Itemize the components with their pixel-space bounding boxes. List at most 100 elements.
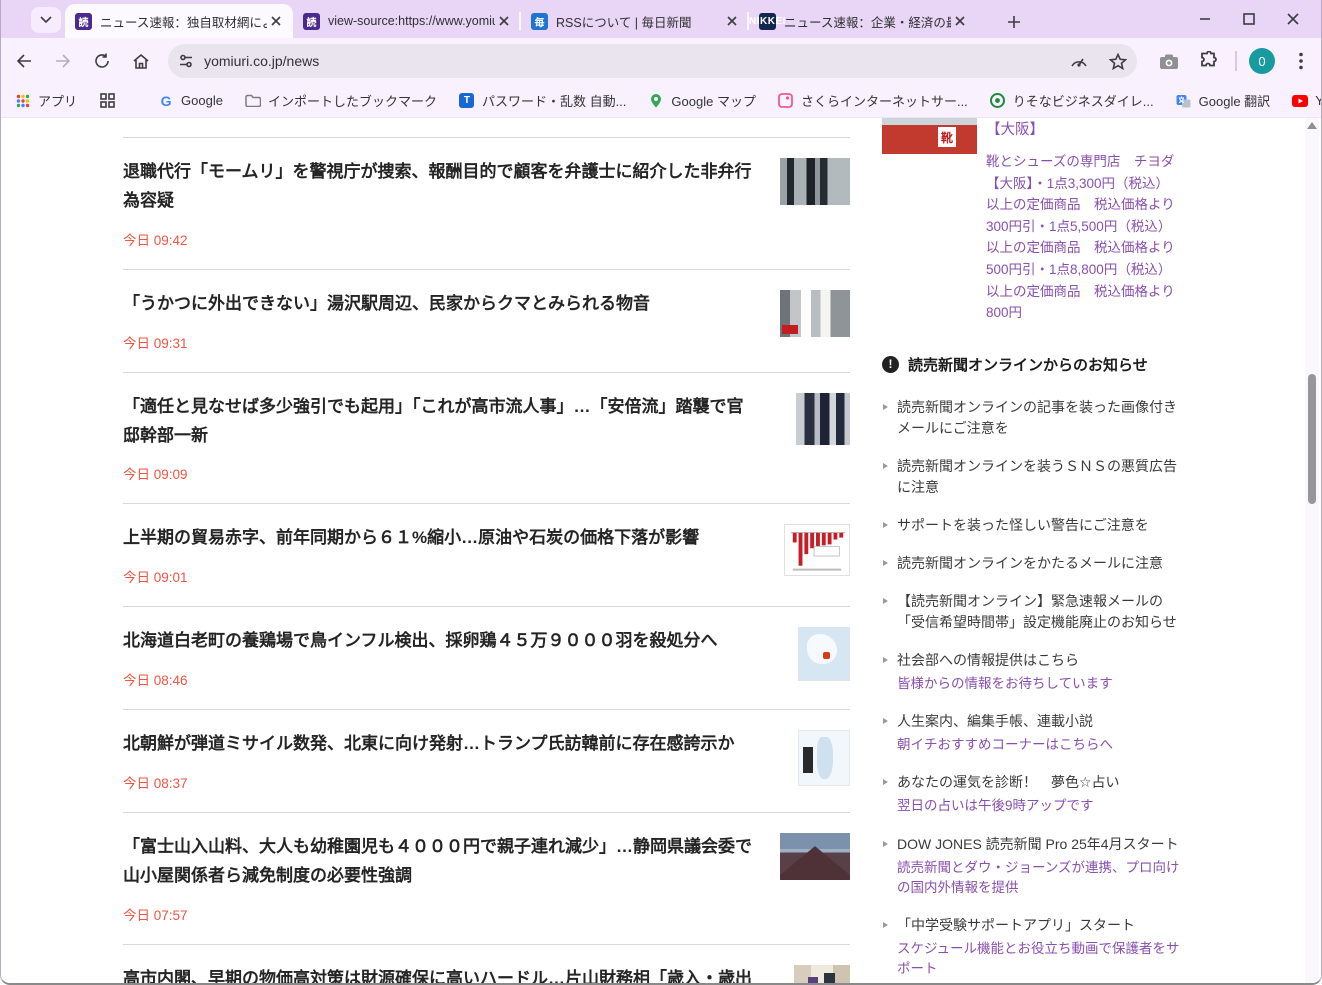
bookmark-password-tool[interactable]: T パスワード・乱数 自動...	[459, 91, 626, 110]
close-button[interactable]	[1271, 3, 1315, 35]
notice-item[interactable]: 社会部への情報提供はこちら 皆様からの情報をお待ちしています	[882, 650, 1182, 694]
tab-title: view-source:https://www.yomiu	[328, 14, 495, 28]
notice-item-link[interactable]: 皆様からの情報をお待ちしています	[897, 674, 1182, 694]
bookmark-google-maps[interactable]: Google マップ	[648, 91, 756, 110]
notice-item-link[interactable]: 朝イチおすすめコーナーはこちらへ	[897, 735, 1182, 755]
scrollbar-up-arrow[interactable]	[1307, 122, 1317, 129]
article-headline[interactable]: 高市内閣、早期の物価高対策は財源確保に高いハードル…片山財務相「歳入・歳出両面で…	[123, 965, 755, 985]
tab-nikkei-news[interactable]: NIKKEI ニュース速報：企業・経済の最新情	[749, 4, 977, 38]
notice-item-text[interactable]: 社会部への情報提供はこちら	[897, 650, 1182, 671]
apps-shortcut[interactable]: アプリ	[15, 91, 77, 110]
article-thumbnail[interactable]	[794, 965, 850, 985]
article-row[interactable]: 「うかつに外出できない」湯沢駅周辺、民家からクマとみられる物音 今日 09:31	[123, 270, 850, 373]
article-headline[interactable]: 「うかつに外出できない」湯沢駅周辺、民家からクマとみられる物音	[123, 290, 755, 319]
notice-item-text[interactable]: 読売新聞オンラインを装うＳＮＳの悪質広告に注意	[897, 456, 1182, 498]
article-row[interactable]: 上半期の貿易赤字、前年同期から６１%縮小…原油や石炭の価格下落が影響 今日 09…	[123, 504, 850, 607]
profile-avatar[interactable]: 0	[1249, 48, 1275, 74]
notice-item-link[interactable]: スケジュール機能とお役立ち動画で保護者をサポート	[897, 939, 1182, 980]
bookmark-youtube[interactable]: YouTube	[1292, 93, 1322, 109]
article-thumbnail-map[interactable]	[798, 730, 850, 786]
notice-item[interactable]: あなたの運気を診断！ 夢色☆占い 翌日の占いは午後9時アップです	[882, 772, 1182, 816]
ad-region-label[interactable]: 【大阪】	[986, 118, 1182, 139]
tab-search-button[interactable]	[31, 7, 61, 33]
reload-button[interactable]	[86, 44, 119, 78]
notice-item-text[interactable]: 読売新聞オンラインをかたるメールに注意	[897, 553, 1182, 574]
address-bar[interactable]: yomiuri.co.jp/news	[168, 44, 1137, 78]
reading-list-button[interactable]	[99, 93, 122, 109]
tab-title: ニュース速報：独自取材網による最	[100, 12, 267, 31]
page-content: 退職代行「モームリ」を警視庁が捜索、報酬目的で顧客を弁護士に紹介した非弁行為容疑…	[1, 118, 1321, 985]
tab-close-icon[interactable]	[723, 12, 741, 30]
article-row[interactable]: 高市内閣、早期の物価高対策は財源確保に高いハードル…片山財務相「歳入・歳出両面で…	[123, 945, 850, 985]
article-row[interactable]: 北海道白老町の養鶏場で鳥インフル検出、採卵鶏４５万９０００羽を殺処分へ 今日 0…	[123, 607, 850, 710]
bookmark-star-icon[interactable]	[1109, 53, 1127, 70]
notice-item[interactable]: 読売新聞オンラインの記事を装った画像付きメールにご注意を	[882, 397, 1182, 439]
notice-item-link[interactable]: 読売新聞とダウ・ジョーンズが連携、プロ向けの国内外情報を提供	[897, 858, 1182, 899]
notice-item-text[interactable]: 人生案内、編集手帳、連載小説	[897, 711, 1182, 732]
article-time: 今日 09:09	[123, 463, 188, 483]
notice-item-text[interactable]: あなたの運気を診断！ 夢色☆占い	[897, 772, 1182, 793]
bookmark-label: Google マップ	[671, 91, 756, 110]
notice-item-text[interactable]: 「中学受験サポートアプリ」スタート	[897, 915, 1182, 936]
screenshot-camera-icon[interactable]	[1153, 45, 1185, 77]
notice-item-link[interactable]: 翌日の占いは午後9時アップです	[897, 796, 1182, 816]
forward-button[interactable]	[46, 44, 79, 78]
tab-mainichi-rss[interactable]: 毎 RSSについて | 毎日新聞	[521, 4, 749, 38]
vertical-scrollbar[interactable]	[1305, 118, 1319, 985]
youtube-icon	[1292, 93, 1308, 109]
ad-thumbnail[interactable]: 靴	[882, 118, 977, 154]
tab-yomiuri-news[interactable]: 読 ニュース速報：独自取材網による最	[65, 4, 293, 38]
ad-body-text[interactable]: 靴とシューズの専門店 チヨダ【大阪】・1点3,300円（税込）以上の定価商品 税…	[986, 151, 1182, 324]
bookmark-google[interactable]: G Google	[158, 93, 223, 109]
notice-item[interactable]: 「中学受験サポートアプリ」スタート スケジュール機能とお役立ち動画で保護者をサポ…	[882, 915, 1182, 980]
article-thumbnail[interactable]	[780, 290, 850, 337]
notice-item[interactable]: 人生案内、編集手帳、連載小説 朝イチおすすめコーナーはこちらへ	[882, 711, 1182, 755]
article-headline[interactable]: 上半期の貿易赤字、前年同期から６１%縮小…原油や石炭の価格下落が影響	[123, 524, 755, 553]
notice-item-text[interactable]: 読売新聞オンラインの記事を装った画像付きメールにご注意を	[897, 397, 1182, 439]
article-thumbnail[interactable]	[796, 393, 850, 445]
article-row[interactable]: 「適任と見なせば多少強引でも起用」「これが高市流人事」…「安倍流」踏襲で官邸幹部…	[123, 373, 850, 505]
extensions-puzzle-icon[interactable]	[1193, 45, 1225, 77]
article-row[interactable]: 北朝鮮が弾道ミサイル数発、北東に向け発射…トランプ氏訪韓前に存在感誇示か 今日 …	[123, 710, 850, 813]
notice-item[interactable]: 読売新聞オンラインをかたるメールに注意	[882, 553, 1182, 574]
article-thumbnail-chart[interactable]	[784, 524, 850, 576]
article-headline[interactable]: 北海道白老町の養鶏場で鳥インフル検出、採卵鶏４５万９０００羽を殺処分へ	[123, 627, 755, 656]
minimize-button[interactable]	[1183, 3, 1227, 35]
article-headline[interactable]: 「適任と見なせば多少強引でも起用」「これが高市流人事」…「安倍流」踏襲で官邸幹部…	[123, 393, 755, 451]
bookmark-resona[interactable]: りそなビジネスダイレ...	[990, 91, 1154, 110]
maximize-button[interactable]	[1227, 3, 1271, 35]
notice-item[interactable]: 【読売新聞オンライン】緊急速報メールの「受信希望時間帯」設定機能廃止のお知らせ	[882, 591, 1182, 633]
notice-item-text[interactable]: 【読売新聞オンライン】緊急速報メールの「受信希望時間帯」設定機能廃止のお知らせ	[897, 591, 1182, 633]
url-text[interactable]: yomiuri.co.jp/news	[204, 53, 319, 69]
tab-close-icon[interactable]	[495, 12, 513, 30]
bookmark-imported-folder[interactable]: インポートしたブックマーク	[245, 91, 437, 110]
new-tab-button[interactable]	[1001, 9, 1027, 35]
article-thumbnail[interactable]	[780, 158, 850, 205]
bookmarks-bar: アプリ G Google インポートしたブックマーク T パスワード・乱数 自動…	[1, 84, 1321, 118]
tab-close-icon[interactable]	[267, 12, 285, 30]
notice-item[interactable]: 読売新聞オンラインを装うＳＮＳの悪質広告に注意	[882, 456, 1182, 498]
notice-item-text[interactable]: DOW JONES 読売新聞 Pro 25年4月スタート	[897, 834, 1182, 855]
home-button[interactable]	[125, 44, 158, 78]
article-headline[interactable]: 退職代行「モームリ」を警視庁が捜索、報酬目的で顧客を弁護士に紹介した非弁行為容疑	[123, 158, 755, 216]
site-settings-icon[interactable]	[178, 53, 194, 69]
notice-item[interactable]: DOW JONES 読売新聞 Pro 25年4月スタート 読売新聞とダウ・ジョー…	[882, 834, 1182, 899]
scrollbar-thumb[interactable]	[1308, 374, 1316, 504]
notice-item-text[interactable]: サポートを装った怪しい警告にご注意を	[897, 515, 1182, 536]
article-row[interactable]: 退職代行「モームリ」を警視庁が捜索、報酬目的で顧客を弁護士に紹介した非弁行為容疑…	[123, 138, 850, 270]
article-row[interactable]: 「富士山入山料、大人も幼稚園児も４０００円で親子連れ減少」…静岡県議会委で山小屋…	[123, 813, 850, 945]
performance-icon[interactable]	[1069, 53, 1089, 69]
tab-close-icon[interactable]	[951, 12, 969, 30]
article-thumbnail[interactable]	[780, 833, 850, 880]
bookmark-google-translate[interactable]: Google 翻訳	[1176, 91, 1271, 110]
notice-item[interactable]: サポートを装った怪しい警告にご注意を	[882, 515, 1182, 536]
google-g-icon: G	[158, 93, 174, 109]
article-headline[interactable]: 北朝鮮が弾道ミサイル数発、北東に向け発射…トランプ氏訪韓前に存在感誇示か	[123, 730, 755, 759]
article-headline[interactable]: 「富士山入山料、大人も幼稚園児も４０００円で親子連れ減少」…静岡県議会委で山小屋…	[123, 833, 755, 891]
article-thumbnail-map[interactable]	[798, 627, 850, 681]
kebab-menu-icon[interactable]	[1285, 45, 1317, 77]
bookmark-sakura-internet[interactable]: さくらインターネットサー...	[778, 91, 968, 110]
shoe-store-ad[interactable]: 靴 【大阪】 靴とシューズの専門店 チヨダ【大阪】・1点3,300円（税込）以上…	[882, 118, 1182, 324]
back-button[interactable]	[7, 44, 40, 78]
tab-view-source[interactable]: 読 view-source:https://www.yomiu	[293, 4, 521, 38]
